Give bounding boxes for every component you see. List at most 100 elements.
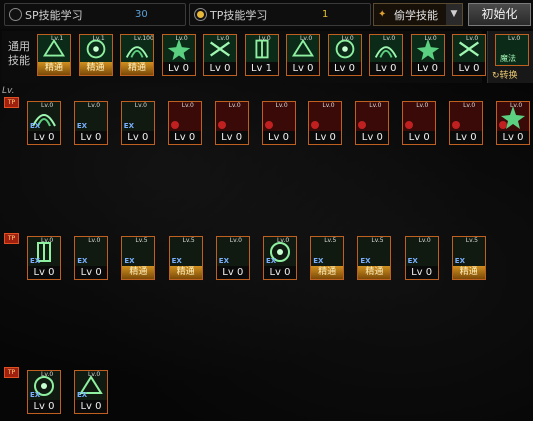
skill-tile[interactable]: Lv.0 EX Lv 0 <box>27 236 61 280</box>
skill-icon: Lv.0 <box>452 34 486 64</box>
common-skill-tile[interactable]: Lv.1 精通 <box>37 34 71 78</box>
skill-level-value: Lv 0 <box>286 62 320 76</box>
skill-icon-level: Lv.0 <box>300 35 313 42</box>
skill-tile[interactable]: undefinedLv.5EX精通 <box>168 236 203 280</box>
skill-icon-level: Lv.5 <box>135 237 148 244</box>
skill-level-value: Lv 0 <box>27 131 61 145</box>
skill-tile[interactable]: undefinedLv.5EX精通 <box>121 236 156 280</box>
common-skill-tile[interactable]: Lv.100 精通 <box>120 34 154 78</box>
skill-tile[interactable]: undefinedLv.0Lv 0 <box>167 101 202 145</box>
ex-badge-icon: EX <box>313 257 324 265</box>
side-icon-level: Lv.0 <box>508 35 521 42</box>
skill-level-value: Lv 0 <box>496 131 530 145</box>
skill-level-value: Lv 0 <box>369 62 403 76</box>
common-skill-tile[interactable]: Lv.0 Lv 0 <box>369 34 403 78</box>
sp-radio-icon[interactable] <box>9 8 22 21</box>
skill-tile[interactable]: undefinedLv.0Lv 0 <box>449 101 484 145</box>
ex-badge-icon: EX <box>407 257 418 265</box>
sp-tab[interactable]: SP技能学习 30 <box>4 3 186 26</box>
ex-badge-icon: EX <box>123 122 134 130</box>
skill-tile[interactable]: undefinedLv.5EX精通 <box>310 236 345 280</box>
ex-badge-icon: EX <box>171 257 182 265</box>
skill-icon-level: Lv.0 <box>229 237 242 244</box>
skill-tile[interactable]: undefinedLv.0Lv 0 <box>261 101 296 145</box>
convert-button[interactable]: ↻转换 <box>492 68 518 81</box>
common-skill-tile[interactable]: Lv.0 Lv 0 <box>203 34 237 78</box>
ex-badge-icon: EX <box>30 391 41 399</box>
skill-tile[interactable]: Lv.0 EX Lv 0 <box>27 101 61 145</box>
tp-radio-icon[interactable] <box>194 8 207 21</box>
skill-icon: undefinedLv.0 <box>449 101 484 133</box>
skill-icon: Lv.100 <box>120 34 154 64</box>
skill-icon-level: Lv.0 <box>416 102 429 109</box>
skill-level-value: Lv 0 <box>327 62 362 76</box>
common-skill-tile[interactable]: Lv.0 Lv 0 <box>452 34 486 78</box>
skill-icon: Lv.0 EX <box>27 236 61 268</box>
skill-tile[interactable]: undefinedLv.0Lv 0 <box>355 101 390 145</box>
skill-tile[interactable]: Lv.0 EX Lv 0 <box>263 236 297 280</box>
skill-level-value: 精通 <box>120 62 154 76</box>
skill-icon: Lv.0 <box>161 34 196 64</box>
steal-skill-icon: ✦ <box>378 9 387 20</box>
chevron-down-icon[interactable]: ▼ <box>446 4 462 25</box>
skill-icon: undefinedLv.0 <box>355 101 390 133</box>
skill-tile[interactable]: undefinedLv.0Lv 0 <box>308 101 343 145</box>
ex-badge-icon: EX <box>454 257 465 265</box>
tier-mark-3: TP <box>4 367 19 378</box>
skill-icon-level: Lv.0 <box>134 102 147 109</box>
skill-type-dropdown[interactable]: ✦ 偷学技能 ▼ <box>373 3 463 26</box>
skill-icon: undefinedLv.5EX <box>310 236 345 268</box>
skill-icon: undefinedLv.0 <box>308 101 343 133</box>
skill-tile[interactable]: undefinedLv.5EX精通 <box>451 236 486 280</box>
skill-icon-level: Lv.5 <box>182 237 195 244</box>
ex-badge-icon: EX <box>266 257 277 265</box>
skill-tile[interactable]: undefinedLv.0EXLv 0 <box>74 236 109 280</box>
skill-icon-level: Lv.0 <box>228 102 241 109</box>
convert-label: 转换 <box>499 71 518 81</box>
skill-level-value: Lv 0 <box>449 131 484 145</box>
skill-tile[interactable]: Lv.0 EX Lv 0 <box>27 370 61 414</box>
skill-icon-level: Lv.0 <box>41 237 54 244</box>
skill-level-value: Lv 0 <box>261 131 296 145</box>
tier-mark-1: TP <box>4 97 19 108</box>
skill-tile[interactable]: undefinedLv.5EX精通 <box>357 236 392 280</box>
locked-icon <box>217 121 226 129</box>
skill-level-value: Lv 0 <box>308 131 343 145</box>
sp-tab-label: SP技能学习 <box>25 9 83 22</box>
skill-tile[interactable]: undefinedLv.0EXLv 0 <box>215 236 250 280</box>
common-skill-tile[interactable]: Lv.0 Lv 1 <box>244 34 279 78</box>
magic-skill-icon[interactable]: Lv.0 魔法 <box>495 34 529 66</box>
skill-tile[interactable]: Lv.0 Lv 0 <box>496 101 530 145</box>
skill-tile[interactable]: Lv.0 EX Lv 0 <box>74 370 108 414</box>
skill-level-value: Lv 0 <box>355 131 390 145</box>
skill-icon-level: Lv.0 <box>277 237 290 244</box>
skill-icon: Lv.0 <box>369 34 403 64</box>
skill-level-value: Lv 0 <box>27 266 61 280</box>
skill-icon-level: Lv.0 <box>88 371 101 378</box>
skill-icon-level: Lv.0 <box>41 371 54 378</box>
reset-button[interactable]: 初始化 <box>468 3 531 26</box>
skill-tile[interactable]: undefinedLv.0Lv 0 <box>402 101 437 145</box>
common-skill-tile[interactable]: Lv.0 Lv 0 <box>327 34 362 78</box>
skill-icon: undefinedLv.0 <box>402 101 437 133</box>
tp-tab[interactable]: TP技能学习 1 <box>189 3 371 26</box>
common-skill-tile[interactable]: Lv.0 Lv 0 <box>410 34 445 78</box>
skill-icon-level: Lv.5 <box>324 237 337 244</box>
dropdown-label: 偷学技能 <box>394 9 438 22</box>
skill-icon: Lv.0 <box>327 34 362 64</box>
common-skill-tile[interactable]: Lv.1 精通 <box>78 34 113 78</box>
skill-icon: undefinedLv.5EX <box>357 236 392 268</box>
common-skills-label: 通用 技能 <box>6 40 32 68</box>
skill-level-value: Lv 0 <box>404 266 439 280</box>
skill-tile[interactable]: undefinedLv.0Lv 0 <box>214 101 249 145</box>
common-skill-tile[interactable]: Lv.0 Lv 0 <box>161 34 196 78</box>
common-skill-tile[interactable]: Lv.0 Lv 0 <box>286 34 320 78</box>
ex-badge-icon: EX <box>124 257 135 265</box>
common-label-line2: 技能 <box>8 54 30 67</box>
sp-points: 30 <box>135 9 148 20</box>
skill-tile[interactable]: undefinedLv.0EXLv 0 <box>120 101 155 145</box>
skill-tile[interactable]: undefinedLv.0EXLv 0 <box>73 101 108 145</box>
skill-tile[interactable]: undefinedLv.0EXLv 0 <box>404 236 439 280</box>
skill-level-value: Lv 0 <box>167 131 202 145</box>
ex-badge-icon: EX <box>30 257 41 265</box>
